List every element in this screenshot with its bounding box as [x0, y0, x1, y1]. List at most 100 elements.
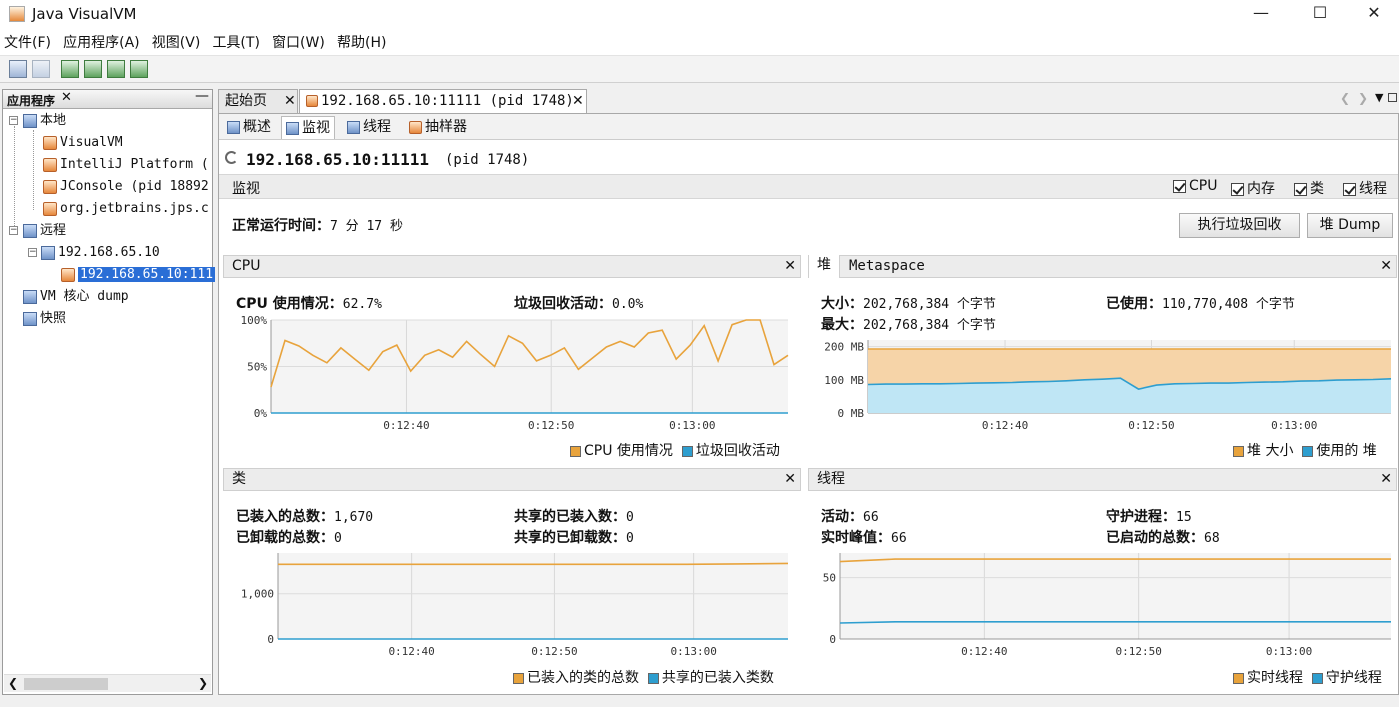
menu-help[interactable]: 帮助(H)	[333, 30, 390, 56]
add-jmx-connection-icon[interactable]	[61, 60, 79, 78]
minimize-button[interactable]: —	[1238, 0, 1284, 28]
title-bar: Java VisualVM — ☐ ✕	[0, 0, 1399, 30]
horizontal-scrollbar[interactable]: ❮ ❯	[4, 674, 211, 692]
classes-chart: 0:12:40 0:12:50 0:13:00 0 1,000	[241, 553, 789, 658]
legend-gc-activity: 垃圾回收活动	[681, 443, 780, 459]
tree-item-remote-app[interactable]: 192.168.65.10:111	[61, 264, 216, 285]
heap-chart: 0:12:40 0:12:50 0:13:00 0 MB 100 MB 200 MB	[824, 340, 1392, 432]
collapse-host-icon[interactable]: −	[28, 248, 37, 257]
x-tick-label: 0:12:40	[982, 419, 1028, 432]
add-remote-host-icon[interactable]	[84, 60, 102, 78]
threads-panel-title: 线程	[817, 471, 845, 487]
shared-unloaded-stat: 共享的已卸载数：0	[514, 530, 634, 546]
checkbox-threads[interactable]: 线程	[1343, 178, 1387, 198]
cpu-legend: CPU 使用情况 垃圾回收活动	[570, 440, 780, 460]
menu-view[interactable]: 视图(V)	[148, 30, 205, 56]
maximize-button[interactable]: ☐	[1297, 0, 1343, 28]
tab-remote-app[interactable]: 192.168.65.10:11111 (pid 1748) ✕	[299, 89, 587, 114]
x-tick-label: 0:12:50	[528, 419, 574, 432]
tree-line	[33, 130, 34, 210]
app-pid: (pid 1748)	[445, 152, 530, 168]
check-icon	[1173, 179, 1186, 193]
jmx-app-icon	[61, 267, 75, 282]
scroll-right-icon[interactable]: ❯	[198, 676, 208, 690]
tab-monitor[interactable]: 监视	[281, 116, 335, 139]
tab-threads[interactable]: 线程	[343, 116, 395, 139]
sub-tabs: 概述 监视 线程 抽样器	[219, 114, 1398, 140]
check-icon	[1231, 182, 1244, 196]
monitor-view: 概述 监视 线程 抽样器 192.168.65.10:11111 (pid 17…	[218, 113, 1399, 695]
monitor-icon	[286, 121, 299, 135]
load-snapshot-icon[interactable]	[9, 60, 27, 78]
cpu-panel-header: CPU ✕	[223, 255, 801, 278]
tab-scroll-left-icon[interactable]: ❮	[1340, 91, 1350, 105]
add-snapshot-icon[interactable]	[130, 60, 148, 78]
applications-panel-header: 应用程序 ✕ —	[3, 88, 212, 109]
tree-item-vm-dump[interactable]: VM 核心 dump	[23, 286, 129, 307]
tab-heap[interactable]: 堆	[809, 255, 840, 278]
menu-file[interactable]: 文件(F)	[0, 30, 55, 56]
checkbox-classes[interactable]: 类	[1294, 178, 1324, 198]
close-panel-icon[interactable]: ✕	[61, 90, 72, 105]
minimize-panel-icon[interactable]: —	[195, 88, 209, 104]
checkbox-memory[interactable]: 内存	[1231, 178, 1275, 198]
check-icon	[1343, 182, 1356, 196]
loading-spinner-icon	[225, 151, 238, 164]
plot-area	[840, 553, 1391, 639]
tree-item-local[interactable]: 本地	[23, 110, 66, 131]
save-icon[interactable]	[32, 60, 50, 78]
tree-item-visualvm[interactable]: VisualVM	[43, 132, 123, 153]
menu-applications[interactable]: 应用程序(A)	[59, 30, 144, 56]
heap-dump-button[interactable]: 堆 Dump	[1307, 213, 1393, 238]
tab-scroll-right-icon[interactable]: ❯	[1358, 91, 1368, 105]
collapse-remote-icon[interactable]: −	[9, 226, 18, 235]
add-vm-coredump-icon[interactable]	[107, 60, 125, 78]
tab-list-dropdown-icon[interactable]: ▼	[1375, 91, 1383, 104]
close-panel-icon[interactable]: ✕	[1380, 256, 1392, 277]
tab-overview[interactable]: 概述	[223, 116, 275, 139]
snapshot-icon	[23, 311, 37, 326]
java-app-icon	[43, 179, 57, 194]
tree-item-jps[interactable]: org.jetbrains.jps.c	[43, 198, 209, 219]
cpu-usage-stat: CPU 使用情况：62.7%	[236, 296, 382, 312]
collapse-local-icon[interactable]: −	[9, 116, 18, 125]
host-icon	[41, 245, 55, 260]
y-tick-label: 50%	[247, 361, 267, 374]
applications-panel: 应用程序 ✕ — − 本地 VisualVM IntelliJ Platform…	[2, 88, 216, 695]
tab-metaspace[interactable]: Metaspace	[849, 256, 925, 277]
perform-gc-button[interactable]: 执行垃圾回收	[1179, 213, 1300, 238]
menu-window[interactable]: 窗口(W)	[268, 30, 329, 56]
memory-panel-header: 堆 Metaspace ✕	[808, 255, 1397, 278]
scroll-thumb[interactable]	[24, 678, 108, 690]
y-tick-label: 1,000	[241, 588, 274, 601]
monitor-section-bar: 监视 CPU 内存 类 线程	[219, 174, 1398, 199]
tree-item-snapshot[interactable]: 快照	[23, 308, 66, 329]
java-app-icon	[43, 157, 57, 172]
threads-legend: 实时线程 守护线程	[1233, 667, 1382, 687]
tab-sampler[interactable]: 抽样器	[405, 116, 471, 139]
scroll-left-icon[interactable]: ❮	[8, 676, 18, 690]
close-button[interactable]: ✕	[1351, 0, 1397, 28]
shared-loaded-stat: 共享的已装入数：0	[514, 509, 634, 525]
plot-area	[278, 553, 788, 639]
close-tab-icon[interactable]: ✕	[572, 90, 584, 112]
tree-item-jconsole[interactable]: JConsole (pid 18892	[43, 176, 209, 197]
close-tab-icon[interactable]: ✕	[284, 90, 296, 112]
legend-cpu-usage: CPU 使用情况	[570, 443, 673, 459]
tree-item-intellij[interactable]: IntelliJ Platform (	[43, 154, 209, 175]
close-panel-icon[interactable]: ✕	[1380, 469, 1392, 490]
tree-item-remote[interactable]: 远程	[23, 220, 66, 241]
sampler-icon	[409, 120, 422, 134]
close-panel-icon[interactable]: ✕	[784, 469, 796, 490]
tree-item-remote-host[interactable]: 192.168.65.10	[41, 242, 160, 263]
close-panel-icon[interactable]: ✕	[784, 256, 796, 277]
y-tick-label: 50	[823, 572, 836, 585]
tab-start-page[interactable]: 起始页 ✕	[218, 89, 298, 113]
checkbox-cpu[interactable]: CPU	[1173, 178, 1217, 194]
maximize-tab-icon[interactable]	[1388, 93, 1397, 102]
menu-tools[interactable]: 工具(T)	[208, 30, 263, 56]
x-tick-label: 0:12:40	[961, 645, 1007, 658]
cpu-chart: 0:12:40 0:12:50 0:13:00 0% 50% 100%	[241, 314, 789, 432]
heap-used-stat: 已使用：110,770,408 个字节	[1106, 296, 1295, 312]
y-tick-label: 100%	[241, 314, 268, 327]
